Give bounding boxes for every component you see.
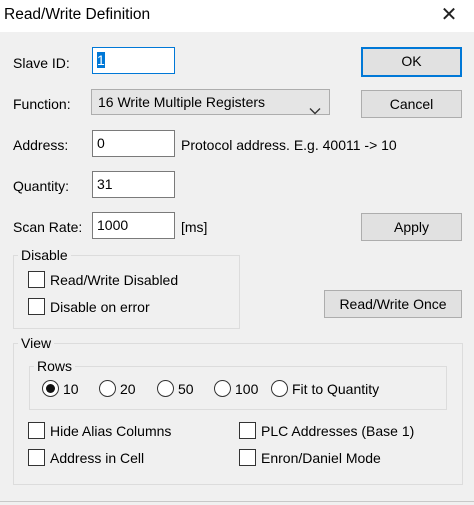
address-in-cell-label: Address in Cell	[50, 450, 145, 466]
rows-option-50-label: 50	[178, 381, 194, 397]
function-selected-value: 16 Write Multiple Registers	[98, 94, 266, 110]
view-group-label: View	[18, 335, 55, 351]
window-title: Read/Write Definition	[4, 6, 151, 23]
plc-addresses-label: PLC Addresses (Base 1)	[261, 423, 415, 439]
read-write-disabled-label: Read/Write Disabled	[50, 272, 179, 288]
function-label: Function:	[13, 96, 71, 112]
rows-radio-20[interactable]	[99, 380, 116, 397]
address-label: Address:	[13, 137, 69, 153]
read-write-once-button[interactable]: Read/Write Once	[324, 290, 462, 318]
window-bottom-border	[0, 501, 474, 502]
read-write-disabled-checkbox[interactable]	[28, 271, 45, 288]
slave-id-value: 1	[97, 52, 105, 68]
address-input[interactable]: 0	[92, 130, 175, 157]
disable-on-error-label: Disable on error	[50, 299, 150, 315]
chevron-down-icon	[309, 98, 321, 122]
quantity-value: 31	[97, 176, 113, 192]
address-value: 0	[97, 135, 105, 151]
close-icon: ✕	[440, 4, 458, 26]
address-hint: Protocol address. E.g. 40011 -> 10	[181, 137, 397, 153]
slave-id-label: Slave ID:	[13, 55, 70, 71]
disable-group	[13, 255, 240, 329]
scan-rate-label: Scan Rate:	[13, 219, 83, 235]
rows-option-20-label: 20	[120, 381, 136, 397]
scan-rate-value: 1000	[97, 217, 129, 233]
rows-group-label: Rows	[34, 358, 76, 374]
function-select[interactable]: 16 Write Multiple Registers	[91, 89, 330, 115]
rows-radio-100[interactable]	[214, 380, 231, 397]
plc-addresses-checkbox[interactable]	[239, 422, 256, 439]
rows-radio-50[interactable]	[157, 380, 174, 397]
hide-alias-columns-label: Hide Alias Columns	[50, 423, 172, 439]
ok-button[interactable]: OK	[361, 47, 462, 77]
hide-alias-columns-checkbox[interactable]	[28, 422, 45, 439]
rows-radio-fit-to-quantity[interactable]	[271, 380, 288, 397]
rows-option-100-label: 100	[235, 381, 259, 397]
apply-button[interactable]: Apply	[361, 213, 462, 241]
slave-id-input[interactable]: 1	[92, 47, 175, 74]
enron-daniel-mode-label: Enron/Daniel Mode	[261, 450, 381, 466]
rows-option-fit-label: Fit to Quantity	[292, 381, 380, 397]
disable-on-error-checkbox[interactable]	[28, 298, 45, 315]
enron-daniel-mode-checkbox[interactable]	[239, 449, 256, 466]
scan-rate-input[interactable]: 1000	[92, 212, 175, 239]
cancel-button[interactable]: Cancel	[361, 90, 462, 118]
address-in-cell-checkbox[interactable]	[28, 449, 45, 466]
close-button[interactable]: ✕	[436, 1, 462, 29]
quantity-label: Quantity:	[13, 178, 70, 194]
quantity-input[interactable]: 31	[92, 171, 175, 198]
rows-option-10-label: 10	[63, 381, 79, 397]
rows-radio-10[interactable]	[42, 380, 59, 397]
scan-rate-unit: [ms]	[181, 219, 208, 235]
disable-group-label: Disable	[18, 247, 71, 263]
